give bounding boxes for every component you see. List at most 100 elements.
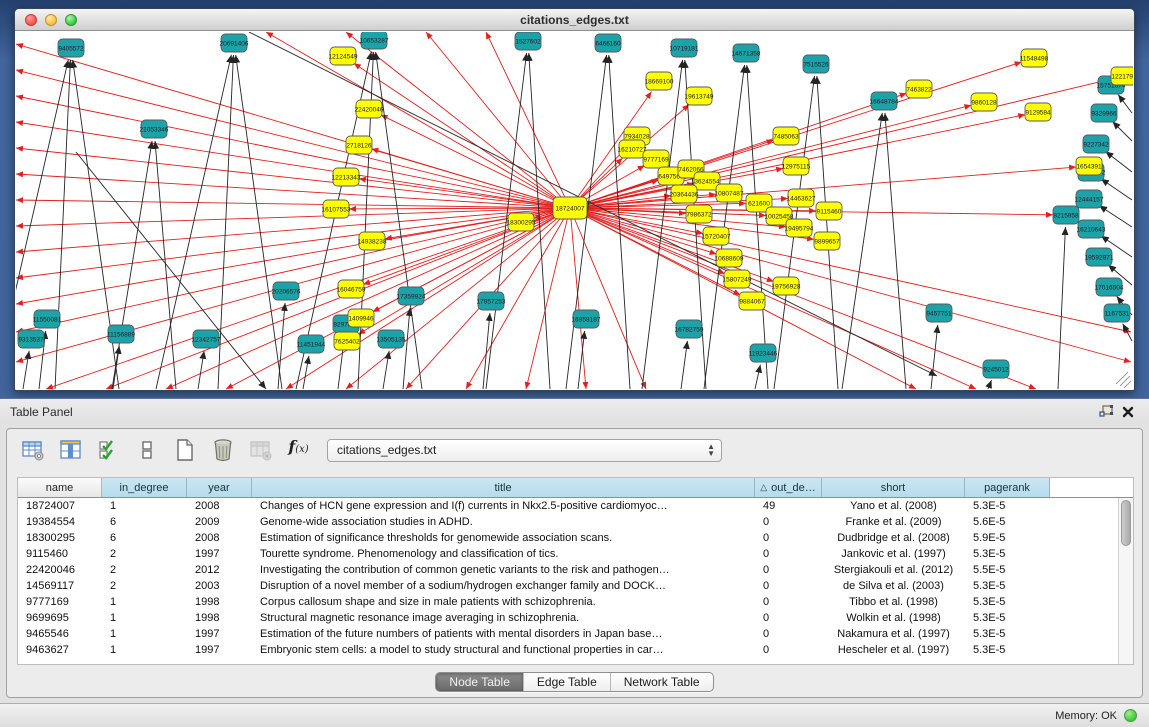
graph-window-titlebar[interactable]: citations_edges.txt bbox=[15, 9, 1134, 31]
network-node[interactable]: 14671358 bbox=[732, 44, 761, 62]
network-node[interactable]: 9129584 bbox=[1025, 103, 1051, 121]
column-header-year[interactable]: year bbox=[187, 478, 252, 497]
rows-button[interactable] bbox=[133, 437, 160, 464]
table-row[interactable]: 1456911722003Disruption of a novel membe… bbox=[18, 578, 1133, 594]
table-row[interactable]: 1938455462009Genome-wide association stu… bbox=[18, 514, 1133, 530]
table-scrollbar-thumb[interactable] bbox=[1121, 500, 1131, 546]
network-node[interactable]: 22420046 bbox=[355, 100, 384, 118]
network-node[interactable]: 7485063 bbox=[773, 127, 799, 145]
network-node[interactable]: 17016504 bbox=[1095, 278, 1124, 296]
network-node[interactable]: 9329966 bbox=[1091, 104, 1117, 122]
network-node[interactable]: 1409946 bbox=[348, 309, 374, 327]
table-row[interactable]: 969969511998Structural magnetic resonanc… bbox=[18, 610, 1133, 626]
network-node[interactable]: 19756928 bbox=[772, 277, 801, 295]
network-node[interactable]: 15807249 bbox=[723, 270, 752, 288]
network-node[interactable]: 16958187 bbox=[572, 310, 601, 328]
float-panel-icon[interactable] bbox=[1095, 403, 1117, 421]
tab-network-table[interactable]: Network Table bbox=[611, 673, 713, 691]
network-node[interactable]: 2718126 bbox=[346, 136, 372, 154]
column-header-in_degree[interactable]: in_degree bbox=[102, 478, 187, 497]
network-node[interactable]: 21053346 bbox=[140, 120, 169, 138]
network-node[interactable]: 9245012 bbox=[983, 360, 1009, 378]
delete-entries-button[interactable] bbox=[209, 437, 236, 464]
network-node[interactable]: 9313537 bbox=[18, 330, 44, 348]
network-node[interactable]: 1527602 bbox=[515, 32, 541, 50]
table-row[interactable]: 946554611997Estimation of the future num… bbox=[18, 626, 1133, 642]
table-row[interactable]: 977716911998Corpus callosum shape and si… bbox=[18, 594, 1133, 610]
table-mode-button[interactable] bbox=[19, 437, 46, 464]
network-node[interactable]: 9777169 bbox=[643, 150, 669, 168]
network-node[interactable]: 11156889 bbox=[107, 325, 135, 343]
table-row[interactable]: 911546021997Tourette syndrome. Phenomeno… bbox=[18, 546, 1133, 562]
network-canvas[interactable]: 9405572 20691406 10653287 1527602 6466160 107… bbox=[16, 32, 1133, 390]
network-node[interactable]: 13505135 bbox=[377, 330, 406, 348]
network-node[interactable]: 16210727 bbox=[618, 140, 647, 158]
show-columns-button[interactable] bbox=[57, 437, 84, 464]
network-node[interactable]: 9115460 bbox=[816, 202, 842, 220]
network-node[interactable]: 11550081 bbox=[33, 310, 62, 328]
network-node[interactable]: 7625402 bbox=[334, 332, 360, 350]
delete-table-button-disabled[interactable] bbox=[247, 437, 274, 464]
network-node[interactable]: 1221798 bbox=[1111, 67, 1133, 85]
network-node[interactable]: 20206576 bbox=[272, 282, 301, 300]
network-node[interactable]: 7515526 bbox=[803, 55, 829, 73]
network-node[interactable]: 12124549 bbox=[329, 47, 358, 65]
tab-edge-table[interactable]: Edge Table bbox=[524, 673, 611, 691]
network-node[interactable]: 10807487 bbox=[715, 184, 744, 202]
network-node[interactable]: 16648784 bbox=[870, 92, 899, 110]
network-node[interactable]: 10688609 bbox=[715, 249, 744, 267]
network-node[interactable]: 9227342 bbox=[1083, 135, 1109, 153]
column-header-pagerank[interactable]: pagerank bbox=[965, 478, 1050, 497]
column-header-name[interactable]: name bbox=[18, 478, 102, 497]
network-node[interactable]: 9405572 bbox=[58, 39, 84, 57]
network-node[interactable]: 16107553 bbox=[322, 200, 351, 218]
network-node[interactable]: 19592971 bbox=[1085, 248, 1114, 266]
network-node[interactable]: 15720407 bbox=[702, 227, 731, 245]
column-header-out_de[interactable]: △out_de… bbox=[755, 478, 822, 497]
network-node[interactable]: 16782759 bbox=[675, 320, 704, 338]
network-node[interactable]: 19495794 bbox=[785, 219, 814, 237]
network-node[interactable]: 20364436 bbox=[670, 185, 699, 203]
network-node[interactable]: 9457751 bbox=[926, 304, 952, 322]
table-row[interactable]: 2242004622012Investigating the contribut… bbox=[18, 562, 1133, 578]
network-node[interactable]: 19613749 bbox=[685, 87, 714, 105]
network-node[interactable]: 12213343 bbox=[332, 168, 361, 186]
function-builder-button[interactable]: f(x) bbox=[285, 437, 312, 464]
network-node[interactable]: 18724007 bbox=[553, 197, 587, 219]
table-scrollbar-track[interactable] bbox=[1118, 498, 1133, 664]
network-node[interactable]: 6466160 bbox=[595, 34, 621, 52]
network-node[interactable]: 7463822 bbox=[906, 80, 932, 98]
network-node[interactable]: 12342757 bbox=[192, 330, 221, 348]
network-node[interactable]: 10653287 bbox=[360, 32, 389, 49]
network-node[interactable]: 17957253 bbox=[477, 292, 506, 310]
network-node[interactable]: 10719181 bbox=[670, 39, 699, 57]
network-node[interactable]: 7986372 bbox=[686, 205, 712, 223]
network-node[interactable]: 20691406 bbox=[220, 34, 249, 52]
network-node[interactable]: 12975115 bbox=[782, 157, 811, 175]
table-selector-dropdown[interactable]: citations_edges.txt ▲▼ bbox=[327, 439, 722, 462]
network-node[interactable]: 14938238 bbox=[358, 232, 387, 250]
column-header-short[interactable]: short bbox=[822, 478, 965, 497]
table-row[interactable]: 946362711997Embryonic stem cells: a mode… bbox=[18, 642, 1133, 658]
network-node[interactable]: 9860128 bbox=[971, 93, 997, 111]
network-node[interactable]: 12444157 bbox=[1075, 190, 1104, 208]
network-node[interactable]: 1167531 bbox=[1104, 304, 1130, 322]
network-node[interactable]: 9899657 bbox=[814, 232, 840, 250]
network-node[interactable]: 11451944 bbox=[297, 335, 326, 353]
row-selection-button[interactable] bbox=[95, 437, 122, 464]
new-table-button[interactable] bbox=[171, 437, 198, 464]
network-node[interactable]: 1654391 bbox=[1076, 157, 1102, 175]
network-node[interactable]: 18669100 bbox=[645, 72, 674, 90]
tab-node-table[interactable]: Node Table bbox=[436, 673, 524, 691]
network-node[interactable]: 11548498 bbox=[1020, 49, 1049, 67]
network-node[interactable]: 9884067 bbox=[739, 292, 765, 310]
network-node[interactable]: 16046759 bbox=[337, 280, 366, 298]
column-header-title[interactable]: title bbox=[252, 478, 755, 497]
network-node[interactable]: 17359924 bbox=[397, 287, 426, 305]
table-row[interactable]: 1830029562008Estimation of significance … bbox=[18, 530, 1133, 546]
network-node[interactable]: 8215958 bbox=[1053, 206, 1079, 224]
network-node[interactable]: 11923446 bbox=[749, 344, 778, 362]
canvas-resize-grip[interactable] bbox=[1116, 372, 1131, 388]
network-node[interactable]: 16210643 bbox=[1077, 220, 1106, 238]
network-node[interactable]: 18300295 bbox=[507, 213, 536, 231]
